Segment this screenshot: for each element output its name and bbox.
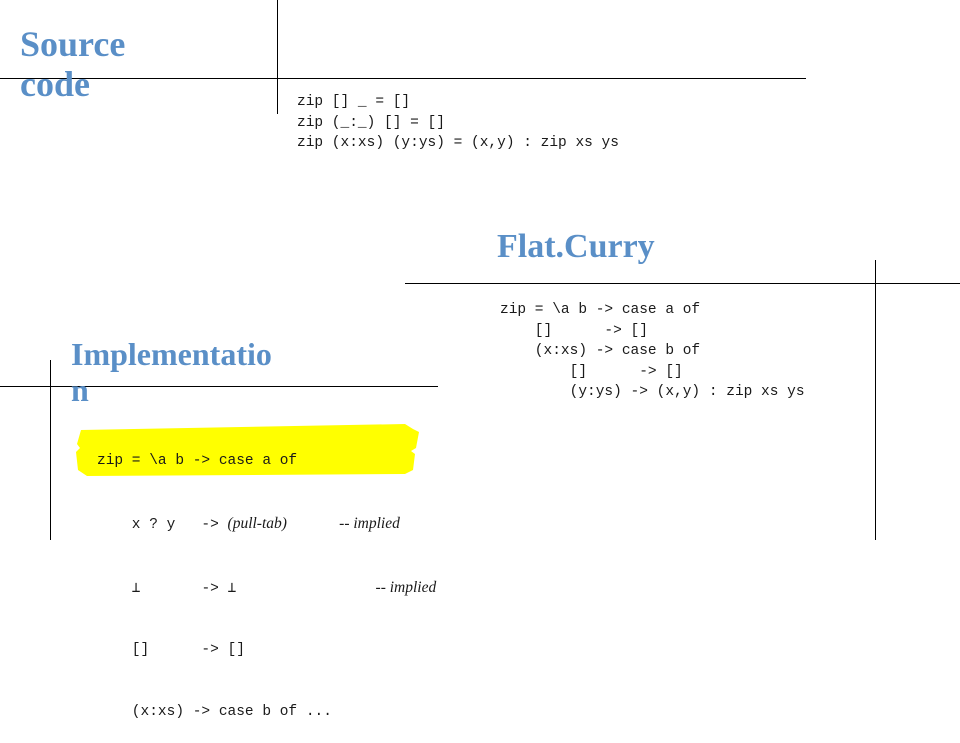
rule-line-middle-vertical: [875, 260, 876, 540]
code-line-2: x ? y -> (pull-tab) -- implied: [97, 513, 436, 536]
code-line-3-body: ⊥: [227, 580, 237, 597]
heading-flatcurry: Flat.Curry: [497, 228, 655, 265]
code-line-2-arrow: ->: [192, 516, 228, 533]
code-line-4-text: [] -> []: [97, 642, 245, 659]
heading-implementation: Implementatio n: [71, 336, 272, 408]
rule-line-top-vertical: [277, 0, 278, 114]
code-block-implementation: zip = \a b -> case a of x ? y -> (pull-t…: [97, 410, 436, 743]
code-block-source: zip [] _ = [] zip (_:_) [] = [] zip (x:x…: [297, 94, 619, 152]
rule-line-bottom-vertical: [50, 360, 51, 540]
code-line-3-comment: -- implied: [375, 578, 437, 596]
code-block-flatcurry: zip = \a b -> case a of [] -> [] (x:xs) …: [500, 302, 805, 401]
code-line-3-arrow: ->: [192, 580, 228, 597]
code-line-3: ⊥ -> ⊥ -- implied: [97, 577, 436, 600]
code-line-2-gap: [287, 517, 339, 533]
code-line-2-pattern: x ? y: [97, 516, 193, 533]
code-line-2-comment: -- implied: [339, 514, 400, 532]
code-line-1-text: zip = \a b -> case a of: [97, 453, 298, 470]
code-line-1: zip = \a b -> case a of: [97, 451, 436, 472]
rule-line-middle-horizontal: [405, 283, 960, 284]
code-line-3-pattern: ⊥: [97, 580, 193, 597]
code-line-2-body: (pull-tab): [227, 514, 287, 532]
code-line-5: (x:xs) -> case b of ...: [97, 702, 436, 723]
code-line-3-gap: [236, 581, 375, 597]
code-line-5-text: (x:xs) -> case b of ...: [97, 704, 332, 721]
heading-source-code: Source code: [20, 24, 126, 105]
code-line-4: [] -> []: [97, 640, 436, 661]
